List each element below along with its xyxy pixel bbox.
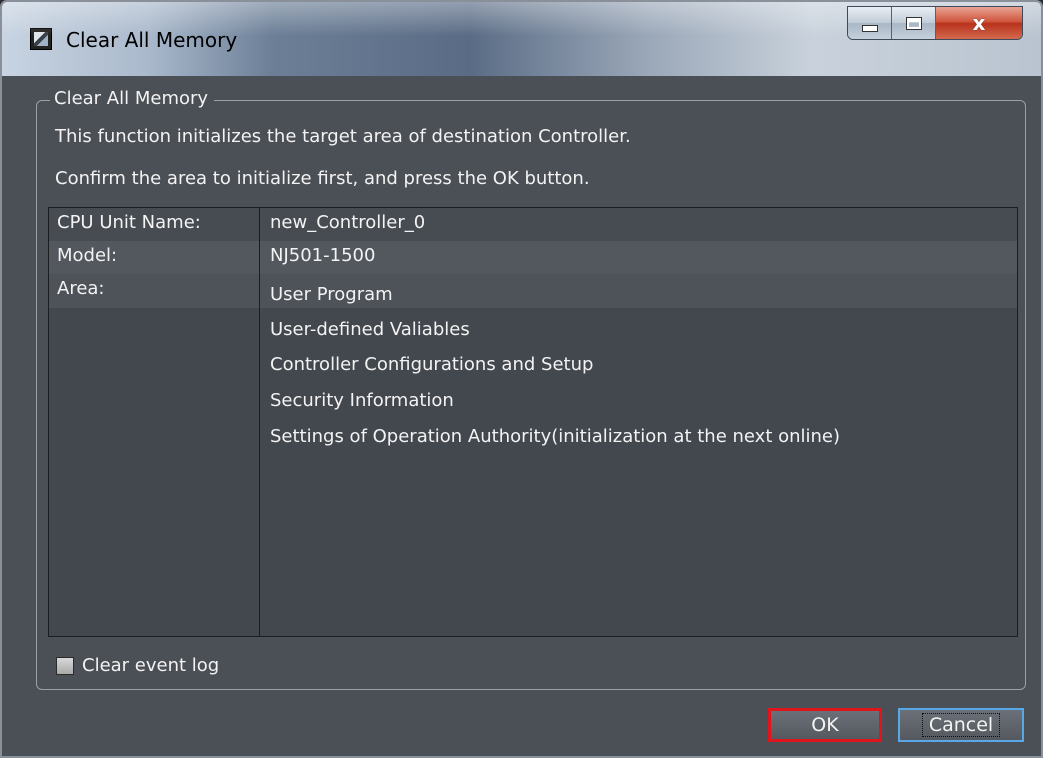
clear-all-memory-dialog: Clear All Memory x Clear All Memory This… xyxy=(0,0,1043,758)
model-value: NJ501-1500 xyxy=(270,245,376,266)
ok-button[interactable]: OK xyxy=(768,708,882,742)
cancel-button[interactable]: Cancel xyxy=(898,708,1024,742)
minimize-button[interactable] xyxy=(848,7,892,39)
clear-event-log-label: Clear event log xyxy=(82,655,220,676)
window-title: Clear All Memory xyxy=(66,28,238,52)
cancel-button-label: Cancel xyxy=(921,713,1001,737)
area-item: Controller Configurations and Setup xyxy=(270,354,594,375)
minimize-icon xyxy=(861,24,878,32)
cpu-unit-value: new_Controller_0 xyxy=(270,212,426,233)
close-icon: x xyxy=(972,11,986,35)
cpu-unit-label: CPU Unit Name: xyxy=(57,212,201,233)
maximize-button[interactable] xyxy=(892,7,936,39)
area-item: Security Information xyxy=(270,390,454,411)
description-line-2: Confirm the area to initialize first, an… xyxy=(55,168,590,189)
close-button[interactable]: x xyxy=(936,7,1022,39)
label-column xyxy=(49,208,260,636)
ok-button-label: OK xyxy=(811,714,839,736)
description-line-1: This function initializes the target are… xyxy=(55,126,631,147)
info-panel: CPU Unit Name: new_Controller_0 Model: N… xyxy=(48,207,1018,637)
area-label: Area: xyxy=(57,278,105,299)
area-item: User Program xyxy=(270,284,393,305)
maximize-icon xyxy=(905,16,922,30)
area-item: Settings of Operation Authority(initiali… xyxy=(270,426,841,447)
model-label: Model: xyxy=(57,245,118,266)
caption-buttons: x xyxy=(847,6,1023,40)
clear-event-log-checkbox[interactable] xyxy=(56,656,74,675)
group-legend: Clear All Memory xyxy=(50,88,215,109)
app-icon xyxy=(30,28,52,50)
area-item: User-defined Valiables xyxy=(270,319,470,340)
title-bar[interactable]: Clear All Memory x xyxy=(2,2,1041,76)
clear-event-log-option[interactable]: Clear event log xyxy=(56,655,219,676)
